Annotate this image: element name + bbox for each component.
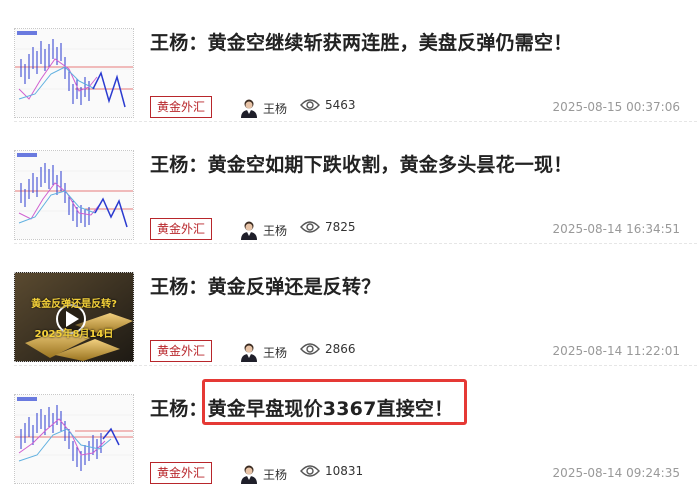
eye-icon (300, 99, 320, 111)
article-thumbnail[interactable] (14, 394, 134, 484)
category-tag[interactable]: 黄金外汇 (150, 340, 212, 362)
article-item[interactable]: 黄金反弹还是反转? 2025年8月14日 王杨：黄金反弹还是反转？ 黄金外汇 王… (0, 244, 697, 366)
thumb-caption: 黄金反弹还是反转? (31, 299, 117, 310)
publish-date: 2025-08-14 09:24:35 (552, 466, 680, 480)
view-count: 7825 (300, 220, 356, 234)
publish-date: 2025-08-14 16:34:51 (552, 222, 680, 236)
view-count: 10831 (300, 464, 363, 478)
eye-icon (300, 465, 320, 477)
view-count-value: 5463 (325, 98, 356, 112)
article-title[interactable]: 王杨：黄金空继续斩获两连胜，美盘反弹仍需空！ (150, 28, 572, 55)
view-count-value: 7825 (325, 220, 356, 234)
eye-icon (300, 343, 320, 355)
avatar-icon (241, 465, 257, 484)
author-info[interactable]: 王杨 (240, 98, 287, 118)
author-info[interactable]: 王杨 (240, 342, 287, 362)
author-name: 王杨 (263, 345, 288, 360)
avatar-icon (241, 343, 257, 362)
author-name: 王杨 (263, 467, 288, 482)
view-count: 5463 (300, 98, 356, 112)
author-info[interactable]: 王杨 (240, 220, 287, 240)
highlight-annotation-box (202, 379, 467, 425)
video-thumbnail[interactable]: 黄金反弹还是反转? 2025年8月14日 (14, 272, 134, 362)
article-title[interactable]: 王杨：黄金空如期下跌收割，黄金多头昙花一现！ (150, 150, 572, 177)
author-name: 王杨 (263, 101, 288, 116)
publish-date: 2025-08-14 11:22:01 (552, 344, 680, 358)
view-count: 2866 (300, 342, 356, 356)
thumb-caption-date: 2025年8月14日 (34, 329, 114, 340)
avatar-icon (241, 221, 257, 240)
view-count-value: 10831 (325, 464, 364, 478)
author-info[interactable]: 王杨 (240, 464, 287, 484)
article-thumbnail[interactable] (14, 150, 134, 240)
article-title[interactable]: 王杨：黄金反弹还是反转？ (150, 272, 380, 299)
author-name: 王杨 (263, 223, 288, 238)
avatar-icon (241, 99, 257, 118)
category-tag[interactable]: 黄金外汇 (150, 218, 212, 240)
view-count-value: 2866 (325, 342, 356, 356)
eye-icon (300, 221, 320, 233)
article-item[interactable]: 王杨：黄金空如期下跌收割，黄金多头昙花一现！ 黄金外汇 王杨 7825 2025… (0, 122, 697, 244)
publish-date: 2025-08-15 00:37:06 (552, 100, 680, 114)
article-item[interactable]: 王杨：黄金空继续斩获两连胜，美盘反弹仍需空！ 黄金外汇 王杨 5463 2025… (0, 0, 697, 122)
article-thumbnail[interactable] (14, 28, 134, 118)
article-title-prefix: 王杨： (150, 398, 208, 420)
category-tag[interactable]: 黄金外汇 (150, 462, 212, 484)
category-tag[interactable]: 黄金外汇 (150, 96, 212, 118)
